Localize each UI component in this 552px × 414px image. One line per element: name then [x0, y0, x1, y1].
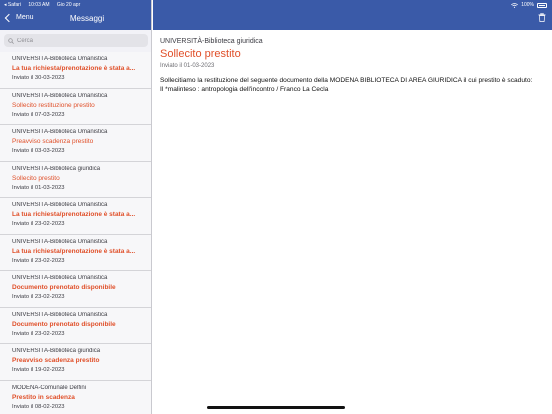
message-date: Inviato il 01-03-2023 [12, 184, 65, 191]
message-sender: MODENA-Comunale Delfini [12, 384, 87, 391]
detail-body-title: Il *malinteso : antropologia dell'incont… [160, 85, 329, 93]
message-date: Inviato il 19-02-2023 [12, 367, 65, 373]
message-sender: UNIVERSITÀ-Biblioteca Umanistica [12, 311, 108, 318]
message-date: Inviato il 30-03-2023 [12, 75, 65, 81]
sidebar-title: Messaggi [69, 14, 105, 23]
message-sender: UNIVERSITÀ-Biblioteca Umanistica [12, 129, 108, 135]
message-subject: Documento prenotato disponibile [12, 320, 116, 328]
message-subject: Preavviso scadenza prestito [12, 138, 94, 145]
message-subject: La tua richiesta/prenotazione è stata a.… [12, 211, 136, 218]
message-sender: UNIVERSITÀ-Biblioteca Umanistica [12, 202, 108, 208]
message-date: Inviato il 08-02-2023 [12, 403, 65, 410]
message-subject: Preavviso scadenza prestito [12, 357, 100, 364]
message-date: Inviato il 23-02-2023 [12, 294, 65, 300]
status-date: Gio 20 apr [56, 2, 81, 8]
status-bar: ◂ Safari 10:03 AM Gio 20 apr 100% [0, 0, 552, 9]
list-item[interactable]: UNIVERSITÀ-Biblioteca Umanistica La tua … [0, 234, 151, 271]
carrier-label[interactable]: ◂ Safari [4, 2, 21, 8]
message-subject: Prestito in scadenza [12, 393, 75, 401]
list-item[interactable]: UNIVERSITÀ-Biblioteca Umanistica Solleci… [0, 88, 151, 125]
message-sender: UNIVERSITÀ-Biblioteca giuridica [12, 165, 101, 172]
battery-percent: 100% [521, 2, 534, 8]
message-subject: Documento prenotato disponibile [12, 284, 116, 291]
battery-icon [537, 2, 547, 8]
list-item[interactable]: UNIVERSITÀ-Biblioteca Umanistica La tua … [0, 198, 151, 235]
message-subject: Sollecito prestito [12, 174, 60, 182]
list-item[interactable]: UNIVERSITÀ-Biblioteca Umanistica Documen… [0, 271, 151, 308]
sidebar-title-wrap: Messaggi [0, 14, 151, 23]
message-sender: UNIVERSITÀ-Biblioteca Umanistica [12, 56, 108, 62]
detail-sender: UNIVERSITÀ-Biblioteca giuridica [160, 38, 263, 45]
message-list: UNIVERSITÀ-Biblioteca Umanistica La tua … [0, 52, 151, 414]
message-subject: Sollecito restituzione prestito [12, 101, 95, 109]
home-indicator[interactable] [207, 406, 345, 409]
search-field[interactable] [4, 34, 148, 47]
list-item[interactable]: UNIVERSITÀ-Biblioteca Umanistica La tua … [0, 52, 151, 89]
message-sender: UNIVERSITÀ-Biblioteca Umanistica [12, 238, 108, 245]
message-date: Inviato il 23-02-2023 [12, 257, 65, 264]
message-detail: UNIVERSITÀ-Biblioteca giuridica Sollecit… [160, 36, 545, 94]
message-sender: UNIVERSITÀ-Biblioteca Umanistica [12, 275, 108, 281]
wifi-icon [511, 2, 519, 8]
trash-icon[interactable] [538, 13, 546, 22]
message-subject: La tua richiesta/prenotazione è stata a.… [12, 247, 136, 255]
list-item[interactable]: UNIVERSITÀ-Biblioteca giuridica Preavvis… [0, 344, 151, 381]
message-date: Inviato il 03-03-2023 [12, 148, 65, 154]
detail-body-text: Sollecitiamo la restituzione del seguent… [160, 77, 533, 84]
list-item[interactable]: UNIVERSITÀ-Biblioteca Umanistica Documen… [0, 307, 151, 344]
list-item[interactable]: MODENA-Comunale Delfini Prestito in scad… [0, 380, 151, 414]
detail-date: Inviato il 01-03-2023 [160, 63, 215, 69]
detail-body: Sollecitiamo la restituzione del seguent… [160, 77, 545, 94]
search-input[interactable] [17, 37, 137, 44]
message-sender: UNIVERSITÀ-Biblioteca giuridica [12, 348, 101, 354]
message-sender: UNIVERSITÀ-Biblioteca Umanistica [12, 92, 108, 99]
list-item[interactable]: UNIVERSITÀ-Biblioteca giuridica Sollecit… [0, 161, 151, 198]
search-icon [8, 37, 14, 44]
detail-subject: Sollecito prestito [160, 48, 241, 60]
list-item[interactable]: UNIVERSITÀ-Biblioteca Umanistica Preavvi… [0, 125, 151, 162]
status-time: 10:03 AM [28, 2, 50, 8]
message-date: Inviato il 07-03-2023 [12, 111, 65, 118]
message-date: Inviato il 23-02-2023 [12, 330, 65, 337]
message-date: Inviato il 23-02-2023 [12, 221, 65, 227]
sidebar: Menu Messaggi UNIVERSITÀ-Biblioteca Uman… [0, 0, 152, 414]
message-subject: La tua richiesta/prenotazione è stata a.… [12, 65, 136, 72]
